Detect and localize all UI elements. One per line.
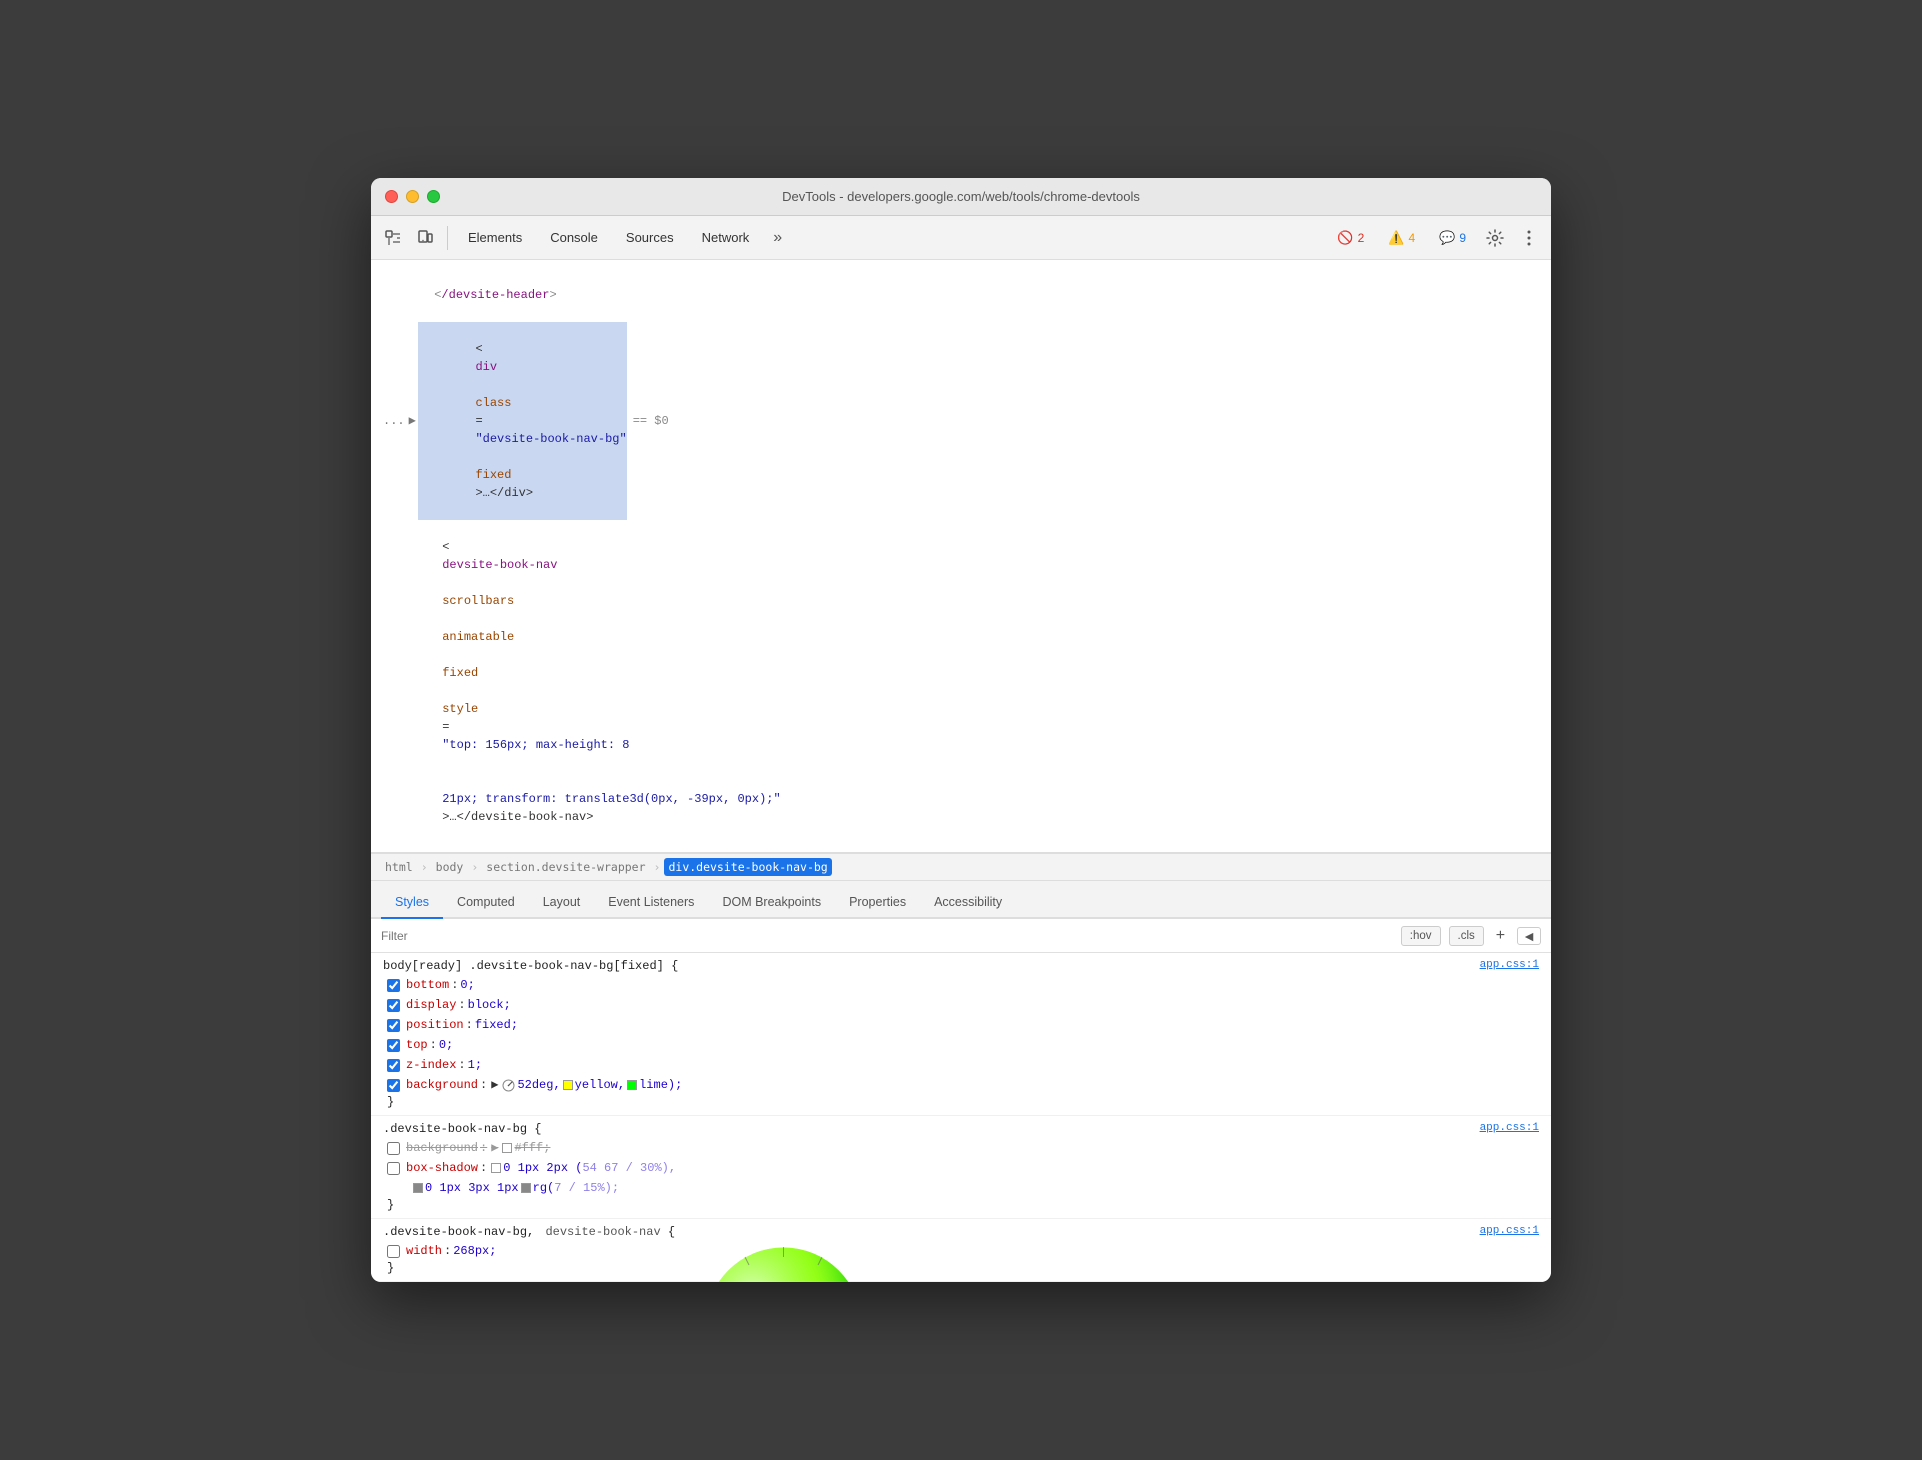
css-rule-3: .devsite-book-nav-bg, devsite-book-nav {… <box>371 1219 1551 1282</box>
gray-color-swatch[interactable] <box>521 1183 531 1193</box>
css-panel: body[ready] .devsite-book-nav-bg[fixed] … <box>371 953 1551 1282</box>
minimize-button[interactable] <box>406 190 419 203</box>
css-prop-width: width : 268px; <box>383 1241 1539 1261</box>
tab-elements[interactable]: Elements <box>456 224 534 251</box>
css-prop-background-2: background : ▶ #fff; <box>383 1138 1539 1158</box>
tabs-row: Styles Computed Layout Event Listeners D… <box>371 881 1551 919</box>
titlebar: DevTools - developers.google.com/web/too… <box>371 178 1551 216</box>
css-prop-boxshadow: box-shadow : 0 1px 2px ( 54 67 / 30%), <box>383 1158 1539 1178</box>
lime-color-swatch[interactable] <box>627 1080 637 1090</box>
tab-computed[interactable]: Computed <box>443 887 529 919</box>
warning-icon: ⚠️ <box>1388 230 1404 246</box>
css-selector-2[interactable]: .devsite-book-nav-bg <box>383 1122 527 1136</box>
info-icon: 💬 <box>1439 230 1455 246</box>
devtools-toolbar: Elements Console Sources Network » 🚫 2 ⚠… <box>371 216 1551 260</box>
tab-network[interactable]: Network <box>690 224 762 251</box>
breadcrumb: html › body › section.devsite-wrapper › … <box>371 853 1551 881</box>
filter-bar: :hov .cls + ◄ <box>371 919 1551 953</box>
dom-panel: </devsite-header> ... ▶ < div class = "d… <box>371 260 1551 853</box>
shadow-swatch-2[interactable] <box>413 1183 423 1193</box>
tab-console[interactable]: Console <box>538 224 610 251</box>
yellow-color-swatch[interactable] <box>563 1080 573 1090</box>
css-rule-3-header: .devsite-book-nav-bg, devsite-book-nav {… <box>383 1225 1539 1239</box>
color-wheel-popup[interactable] <box>701 1243 866 1282</box>
breadcrumb-div-active[interactable]: div.devsite-book-nav-bg <box>664 858 831 876</box>
cls-button[interactable]: .cls <box>1449 926 1484 946</box>
css-prop-position: position : fixed; <box>383 1015 1539 1035</box>
css-selector-1[interactable]: body[ready] .devsite-book-nav-bg[fixed] <box>383 959 664 973</box>
device-toggle-button[interactable] <box>411 224 439 252</box>
dom-line-2[interactable]: ... ▶ < div class = "devsite-book-nav-bg… <box>383 322 1539 520</box>
checkbox-display[interactable] <box>387 999 400 1012</box>
checkbox-width[interactable] <box>387 1245 400 1258</box>
add-style-button[interactable]: + <box>1492 927 1509 945</box>
color-wheel-svg <box>701 1243 866 1282</box>
dom-line-1: </devsite-header> <box>383 268 1539 322</box>
inspector-icon-button[interactable] <box>379 224 407 252</box>
css-prop-display: display : block; <box>383 995 1539 1015</box>
tab-styles[interactable]: Styles <box>381 887 443 919</box>
more-options-button[interactable] <box>1515 224 1543 252</box>
toolbar-right: 🚫 2 ⚠️ 4 💬 9 <box>1328 224 1543 252</box>
close-button[interactable] <box>385 190 398 203</box>
toggle-sidebar-button[interactable]: ◄ <box>1517 927 1541 945</box>
error-badge-button[interactable]: 🚫 2 <box>1328 226 1373 250</box>
tab-event-listeners[interactable]: Event Listeners <box>594 887 708 919</box>
more-tabs-button[interactable]: » <box>765 225 790 251</box>
bg-arrow-icon[interactable]: ▶ <box>491 1138 498 1158</box>
warning-count: 4 <box>1408 231 1415 245</box>
checkbox-bottom[interactable] <box>387 979 400 992</box>
css-source-1[interactable]: app.css:1 <box>1459 959 1539 971</box>
info-badge-button[interactable]: 💬 9 <box>1430 226 1475 250</box>
css-selector-3[interactable]: .devsite-book-nav-bg, <box>383 1225 534 1239</box>
window-title: DevTools - developers.google.com/web/too… <box>782 189 1140 204</box>
css-prop-background-1: background : ▶ 52deg, yellow, lime); <box>383 1075 1539 1095</box>
tab-layout[interactable]: Layout <box>529 887 595 919</box>
css-prop-zindex: z-index : 1; <box>383 1055 1539 1075</box>
checkbox-boxshadow[interactable] <box>387 1162 400 1175</box>
traffic-lights <box>385 190 440 203</box>
css-source-2[interactable]: app.css:1 <box>1459 1122 1539 1134</box>
shadow-swatch-1[interactable] <box>491 1163 501 1173</box>
maximize-button[interactable] <box>427 190 440 203</box>
tab-dom-breakpoints[interactable]: DOM Breakpoints <box>708 887 835 919</box>
css-prop-bottom: bottom : 0; <box>383 975 1539 995</box>
info-count: 9 <box>1459 231 1466 245</box>
tab-sources[interactable]: Sources <box>614 224 686 251</box>
checkbox-background-1[interactable] <box>387 1079 400 1092</box>
css-rule-1-header: body[ready] .devsite-book-nav-bg[fixed] … <box>383 959 1539 973</box>
checkbox-top[interactable] <box>387 1039 400 1052</box>
settings-button[interactable] <box>1481 224 1509 252</box>
css-source-3[interactable]: app.css:1 <box>1459 1225 1539 1237</box>
dom-line-4: 21px; transform: translate3d(0px, -39px,… <box>383 772 1539 844</box>
breadcrumb-html[interactable]: html <box>381 858 417 876</box>
css-prop-top: top : 0; <box>383 1035 1539 1055</box>
css-rule-1: body[ready] .devsite-book-nav-bg[fixed] … <box>371 953 1551 1116</box>
error-count: 2 <box>1358 231 1365 245</box>
css-rule-2-header: .devsite-book-nav-bg { app.css:1 <box>383 1122 1539 1136</box>
tab-properties[interactable]: Properties <box>835 887 920 919</box>
hov-button[interactable]: :hov <box>1401 926 1441 946</box>
tab-accessibility[interactable]: Accessibility <box>920 887 1016 919</box>
devtools-window: DevTools - developers.google.com/web/too… <box>371 178 1551 1282</box>
css-prop-boxshadow-cont: 0 1px 3px 1px rg( 7 / 15%); <box>383 1178 1539 1198</box>
filter-input[interactable] <box>381 929 1393 943</box>
checkbox-background-2[interactable] <box>387 1142 400 1155</box>
warning-badge-button[interactable]: ⚠️ 4 <box>1379 226 1424 250</box>
error-icon: 🚫 <box>1337 230 1353 246</box>
toolbar-divider <box>447 226 448 250</box>
dots-icon[interactable]: ... <box>383 412 405 430</box>
breadcrumb-section[interactable]: section.devsite-wrapper <box>482 858 649 876</box>
checkbox-zindex[interactable] <box>387 1059 400 1072</box>
gradient-arrow-icon[interactable]: ▶ <box>491 1075 498 1095</box>
dom-line-3: < devsite-book-nav scrollbars animatable… <box>383 520 1539 772</box>
css-rule-2: .devsite-book-nav-bg { app.css:1 backgro… <box>371 1116 1551 1219</box>
angle-icon[interactable] <box>502 1079 515 1092</box>
expand-arrow[interactable]: ▶ <box>409 412 416 430</box>
checkbox-position[interactable] <box>387 1019 400 1032</box>
white-color-swatch[interactable] <box>502 1143 512 1153</box>
breadcrumb-body[interactable]: body <box>432 858 468 876</box>
